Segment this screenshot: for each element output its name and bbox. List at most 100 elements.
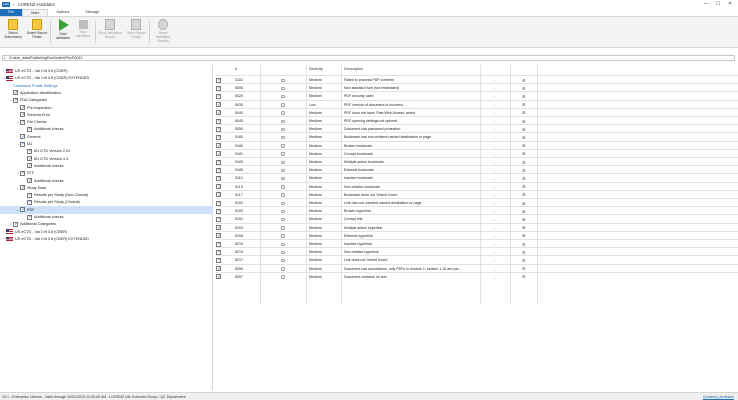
- tab-main[interactable]: Main: [22, 9, 49, 16]
- row-checkbox[interactable]: [216, 159, 222, 165]
- tree-item-checkbox[interactable]: [20, 105, 26, 111]
- gear-icon[interactable]: ⚙: [522, 102, 526, 107]
- severity-value[interactable]: Medium: [309, 78, 322, 82]
- table-row[interactable]: 5160 Medium Bookmark has non-existent name…: [215, 132, 738, 140]
- tree-item-checkbox[interactable]: [27, 214, 33, 220]
- table-row[interactable]: 5217MediumLink does not 'Inherit Zoom'◌⚙: [215, 255, 738, 263]
- severity-value[interactable]: Medium: [309, 152, 322, 156]
- row-checkbox[interactable]: [216, 249, 222, 255]
- start-validation-button[interactable]: Start validation: [52, 19, 74, 46]
- row-checkbox[interactable]: [216, 151, 222, 157]
- row-checkbox[interactable]: [216, 110, 222, 116]
- gear-icon[interactable]: ⚙: [522, 225, 526, 230]
- gear-icon[interactable]: ⚙: [522, 168, 526, 173]
- tab-file[interactable]: File: [0, 9, 23, 16]
- table-row[interactable]: 5180MediumBroken bookmark◌⚙: [215, 140, 738, 149]
- tree-item-checkbox[interactable]: [20, 141, 26, 147]
- severity-value[interactable]: Medium: [309, 168, 322, 172]
- customize-profile-settings-link[interactable]: Customize Profile Settings: [13, 84, 58, 88]
- table-row[interactable]: 5183MediumMultiple action bookmark◌⚙: [215, 157, 738, 165]
- chevron-down-icon[interactable]: ▾: [4, 56, 6, 60]
- severity-value[interactable]: Medium: [309, 119, 322, 123]
- severity-value[interactable]: Medium: [309, 176, 322, 180]
- table-row[interactable]: 5055 Medium Document has annotations, only…: [215, 263, 738, 272]
- gear-icon[interactable]: ⚙: [522, 143, 526, 148]
- severity-value[interactable]: Medium: [309, 185, 322, 189]
- gear-icon[interactable]: ⚙: [522, 110, 526, 115]
- severity-value[interactable]: Medium: [309, 234, 322, 238]
- gear-icon[interactable]: ⚙: [522, 274, 526, 279]
- table-row[interactable]: 5215MediumNon-relative hyperlink◌⚙: [215, 247, 738, 255]
- table-row[interactable]: 5110MediumInactive bookmark◌⚙: [215, 173, 738, 181]
- row-checkbox[interactable]: [216, 233, 222, 239]
- open-report-folder-button[interactable]: Open Report Folder: [124, 19, 148, 46]
- severity-value[interactable]: Medium: [309, 144, 322, 148]
- row-checkbox[interactable]: [216, 102, 222, 108]
- severity-value[interactable]: Medium: [309, 226, 322, 230]
- tree-item-checkbox[interactable]: [20, 185, 26, 191]
- severity-value[interactable]: Medium: [309, 193, 322, 197]
- row-checkbox[interactable]: [216, 208, 222, 214]
- severity-value[interactable]: Medium: [309, 111, 322, 115]
- severity-value[interactable]: Medium: [309, 201, 322, 205]
- gear-icon[interactable]: ⚙: [522, 266, 526, 271]
- tab-manage[interactable]: Manage: [77, 9, 107, 16]
- severity-value[interactable]: Medium: [309, 94, 322, 98]
- select-submission-button[interactable]: Select Submission: [2, 19, 24, 46]
- row-checkbox[interactable]: [216, 85, 222, 91]
- column-header-description[interactable]: Description: [344, 67, 363, 71]
- gear-icon[interactable]: ⚙: [522, 119, 526, 124]
- tree-item-checkbox[interactable]: [13, 97, 19, 103]
- table-row[interactable]: 5202 Medium Link has non-existent named de…: [215, 198, 738, 206]
- severity-value[interactable]: Medium: [309, 209, 322, 213]
- stop-validation-button[interactable]: Stop validation: [72, 19, 94, 46]
- minimize-button[interactable]: —: [700, 1, 712, 8]
- row-checkbox[interactable]: [216, 192, 222, 198]
- row-checkbox[interactable]: [216, 257, 222, 263]
- gear-icon[interactable]: ⚙: [522, 151, 526, 156]
- tree-item-checkbox[interactable]: [13, 221, 19, 227]
- comment-icon[interactable]: ◌: [493, 275, 495, 280]
- severity-value[interactable]: Medium: [309, 267, 322, 271]
- table-row[interactable]: 5045 Medium PDF opening settings not optim…: [215, 116, 738, 124]
- gear-icon[interactable]: ⚙: [522, 209, 526, 214]
- table-row[interactable]: 5117 Medium Bookmark does not 'Inherit Zoo…: [215, 189, 738, 198]
- gear-icon[interactable]: ⚙: [522, 86, 526, 91]
- table-row[interactable]: 5005 Medium Non standard font (not embedde…: [215, 83, 738, 91]
- gear-icon[interactable]: ⚙: [522, 201, 526, 206]
- table-row[interactable]: 5203MediumMultiple action hyperlink◌⚙: [215, 222, 738, 231]
- severity-value[interactable]: Low: [309, 103, 316, 107]
- row-checkbox[interactable]: [216, 225, 222, 231]
- row-checkbox[interactable]: [216, 200, 222, 206]
- severity-value[interactable]: Medium: [309, 127, 322, 131]
- updates-available-link[interactable]: Update(s) Available: [703, 395, 734, 399]
- row-checkbox[interactable]: [216, 216, 222, 222]
- gear-icon[interactable]: ⚙: [522, 184, 526, 189]
- tree-item-checkbox[interactable]: [20, 119, 26, 125]
- table-row[interactable]: 5200MediumBroken hyperlink◌⚙: [215, 206, 738, 214]
- table-row[interactable]: 5181MediumCorrupt bookmark◌⚙: [215, 148, 738, 157]
- row-checkbox[interactable]: [216, 241, 222, 247]
- tree-item-checkbox[interactable]: [13, 90, 19, 96]
- column-header-severity[interactable]: Severity: [309, 67, 323, 71]
- gear-icon[interactable]: ⚙: [522, 233, 526, 238]
- row-checkbox[interactable]: [216, 77, 222, 83]
- quick-access-chevron-icon[interactable]: ›: [13, 2, 14, 7]
- gear-icon[interactable]: ⚙: [522, 250, 526, 255]
- severity-value[interactable]: Medium: [309, 86, 322, 90]
- gear-icon[interactable]: ⚙: [522, 258, 526, 263]
- select-report-folder-button[interactable]: Select Report Folder: [26, 19, 48, 46]
- column-header-number[interactable]: #: [235, 67, 237, 71]
- tree-item-checkbox[interactable]: [27, 192, 33, 198]
- table-row[interactable]: 5050 Medium Document has password protecti…: [215, 124, 738, 132]
- tree-item-checkbox[interactable]: [20, 134, 26, 140]
- tab-options[interactable]: Options: [48, 9, 77, 16]
- severity-value[interactable]: Medium: [309, 135, 322, 139]
- tree-item-checkbox[interactable]: [27, 148, 33, 154]
- row-checkbox[interactable]: [216, 184, 222, 190]
- row-checkbox[interactable]: [216, 274, 222, 280]
- tree-item-checkbox[interactable]: [27, 163, 33, 169]
- row-checkbox[interactable]: [216, 167, 222, 173]
- row-checkbox[interactable]: [216, 93, 222, 99]
- row-checkbox[interactable]: [216, 266, 222, 272]
